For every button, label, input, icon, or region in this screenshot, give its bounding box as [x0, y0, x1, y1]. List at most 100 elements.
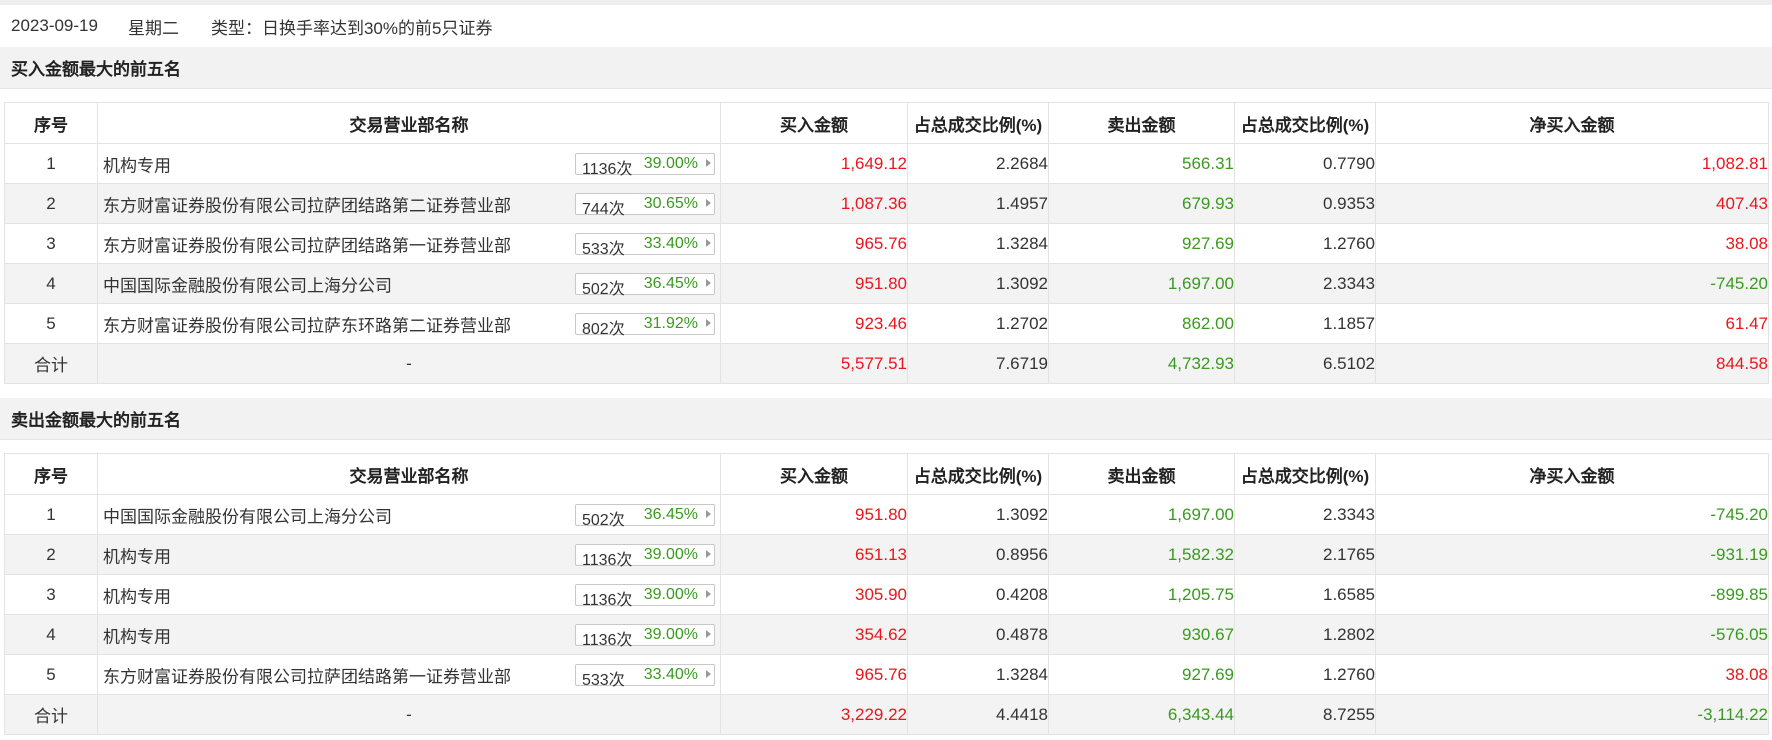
rank-cell: 1 [4, 494, 98, 535]
listing-count: 744次 [582, 200, 625, 218]
total-row: 合计 -3,229.22 4.4418 6,343.44 8.7255 -3,114.22 [4, 694, 1769, 735]
caret-right-icon [706, 238, 711, 247]
branch-cell: 东方财富证券股份有限公司拉萨东环路第二证券营业部 802次 31.92% [97, 303, 721, 344]
branch-stats-button[interactable]: 802次 31.92% [575, 312, 715, 338]
win-rate: 39.00% [643, 585, 698, 603]
branch-cell: 东方财富证券股份有限公司拉萨团结路第一证券营业部 533次 33.40% [97, 223, 721, 264]
table-row: 2 机构专用 1136次 39.00% 651.13 0.8956 1,582.32 2.17… [4, 534, 1769, 575]
branch-cell: 中国国际金融股份有限公司上海分公司 502次 36.45% [97, 494, 721, 535]
listing-count: 1136次 [582, 591, 633, 609]
total-buy-ratio: 4.4418 [907, 694, 1049, 735]
header-sell-ratio: 占总成交比例(%) [1234, 102, 1376, 144]
sell-ratio-cell: 1.6585 [1234, 574, 1376, 615]
caret-right-icon [706, 629, 711, 638]
branch-cell: 机构专用 1136次 39.00% [97, 614, 721, 655]
header-branch-name: 交易营业部名称 [97, 102, 721, 144]
header-branch-name: 交易营业部名称 [97, 453, 721, 495]
rank-cell: 5 [4, 303, 98, 344]
sell-top5-table: 序号 交易营业部名称 买入金额 占总成交比例(%) 卖出金额 占总成交比例(%)… [4, 453, 1769, 735]
buy-ratio-cell: 1.3284 [907, 223, 1049, 264]
listing-count: 1136次 [582, 631, 633, 649]
branch-name-link[interactable]: 东方财富证券股份有限公司拉萨团结路第一证券营业部 [103, 662, 511, 687]
branch-name-link[interactable]: 东方财富证券股份有限公司拉萨团结路第一证券营业部 [103, 231, 511, 256]
sell-amount-cell: 1,697.00 [1048, 263, 1235, 304]
header-buy-amount: 买入金额 [720, 102, 908, 144]
table-row: 4 机构专用 1136次 39.00% 354.62 0.4878 930.67 1.2802… [4, 614, 1769, 655]
total-row: 合计 -5,577.51 7.6719 4,732.93 6.5102 844.58 [4, 343, 1769, 384]
caret-right-icon [706, 198, 711, 207]
sell-amount-cell: 566.31 [1048, 143, 1235, 184]
branch-name-link[interactable]: 东方财富证券股份有限公司拉萨东环路第二证券营业部 [103, 311, 511, 336]
header-net-buy: 净买入金额 [1375, 102, 1769, 144]
branch-name-link[interactable]: 中国国际金融股份有限公司上海分公司 [103, 502, 392, 527]
rank-cell: 3 [4, 223, 98, 264]
listing-count: 1136次 [582, 160, 633, 178]
sell-section-title: 卖出金额最大的前五名 [0, 398, 1772, 440]
total-buy-ratio: 7.6719 [907, 343, 1049, 384]
win-rate: 39.00% [643, 625, 698, 643]
caret-right-icon [706, 589, 711, 598]
win-rate: 39.00% [643, 545, 698, 563]
table-row: 1 机构专用 1136次 39.00% 1,649.12 2.2684 566.31 0.77… [4, 143, 1769, 184]
branch-name-link[interactable]: 东方财富证券股份有限公司拉萨团结路第二证券营业部 [103, 191, 511, 216]
total-net-buy: 844.58 [1375, 343, 1769, 384]
buy-ratio-cell: 1.2702 [907, 303, 1049, 344]
branch-stats-button[interactable]: 1136次 39.00% [575, 152, 715, 178]
buy-ratio-cell: 1.3092 [907, 494, 1049, 535]
header-buy-ratio: 占总成交比例(%) [907, 453, 1049, 495]
buy-ratio-cell: 1.3092 [907, 263, 1049, 304]
table-row: 4 中国国际金融股份有限公司上海分公司 502次 36.45% 951.80 1.3092… [4, 263, 1769, 304]
buy-amount-cell: 923.46 [720, 303, 908, 344]
branch-stats-button[interactable]: 1136次 39.00% [575, 543, 715, 569]
total-sell-amount: 4,732.93 [1048, 343, 1235, 384]
branch-name-link[interactable]: 中国国际金融股份有限公司上海分公司 [103, 271, 392, 296]
branch-cell: 机构专用 1136次 39.00% [97, 534, 721, 575]
rank-cell: 2 [4, 183, 98, 224]
branch-name-link[interactable]: 机构专用 [103, 151, 171, 176]
table-row: 1 中国国际金融股份有限公司上海分公司 502次 36.45% 951.80 1.3092… [4, 494, 1769, 535]
total-name-cell: - [97, 343, 721, 384]
buy-ratio-cell: 2.2684 [907, 143, 1049, 184]
buy-ratio-cell: 0.8956 [907, 534, 1049, 575]
sell-amount-cell: 862.00 [1048, 303, 1235, 344]
total-buy-amount: 3,229.22 [720, 694, 908, 735]
sell-amount-cell: 1,582.32 [1048, 534, 1235, 575]
total-sell-amount: 6,343.44 [1048, 694, 1235, 735]
branch-name-link[interactable]: 机构专用 [103, 542, 171, 567]
branch-stats-button[interactable]: 1136次 39.00% [575, 583, 715, 609]
win-rate: 36.45% [643, 274, 698, 292]
net-buy-cell: -745.20 [1375, 494, 1769, 535]
net-buy-cell: -745.20 [1375, 263, 1769, 304]
branch-name-link[interactable]: 机构专用 [103, 582, 171, 607]
branch-stats-button[interactable]: 533次 33.40% [575, 232, 715, 258]
sell-amount-cell: 1,205.75 [1048, 574, 1235, 615]
header-sell-amount: 卖出金额 [1048, 453, 1235, 495]
sell-ratio-cell: 1.2760 [1234, 223, 1376, 264]
branch-stats-button[interactable]: 502次 36.45% [575, 503, 715, 529]
rank-cell: 3 [4, 574, 98, 615]
buy-amount-cell: 651.13 [720, 534, 908, 575]
header-sell-amount: 卖出金额 [1048, 102, 1235, 144]
sell-amount-cell: 1,697.00 [1048, 494, 1235, 535]
branch-stats-button[interactable]: 502次 36.45% [575, 272, 715, 298]
header-net-buy: 净买入金额 [1375, 453, 1769, 495]
branch-stats-button[interactable]: 533次 33.40% [575, 663, 715, 689]
branch-stats-button[interactable]: 744次 30.65% [575, 192, 715, 218]
listing-count: 533次 [582, 671, 625, 689]
caret-right-icon [706, 158, 711, 167]
sell-ratio-cell: 0.7790 [1234, 143, 1376, 184]
net-buy-cell: 1,082.81 [1375, 143, 1769, 184]
buy-ratio-cell: 0.4878 [907, 614, 1049, 655]
table-row: 3 机构专用 1136次 39.00% 305.90 0.4208 1,205.75 1.65… [4, 574, 1769, 615]
table-row: 5 东方财富证券股份有限公司拉萨东环路第二证券营业部 802次 31.92% 923.4… [4, 303, 1769, 344]
total-buy-amount: 5,577.51 [720, 343, 908, 384]
header-buy-amount: 买入金额 [720, 453, 908, 495]
sell-ratio-cell: 2.3343 [1234, 494, 1376, 535]
sell-amount-cell: 927.69 [1048, 223, 1235, 264]
sell-ratio-cell: 1.1857 [1234, 303, 1376, 344]
branch-name-link[interactable]: 机构专用 [103, 622, 171, 647]
net-buy-cell: -899.85 [1375, 574, 1769, 615]
branch-stats-button[interactable]: 1136次 39.00% [575, 623, 715, 649]
caret-right-icon [706, 318, 711, 327]
header-sell-ratio: 占总成交比例(%) [1234, 453, 1376, 495]
